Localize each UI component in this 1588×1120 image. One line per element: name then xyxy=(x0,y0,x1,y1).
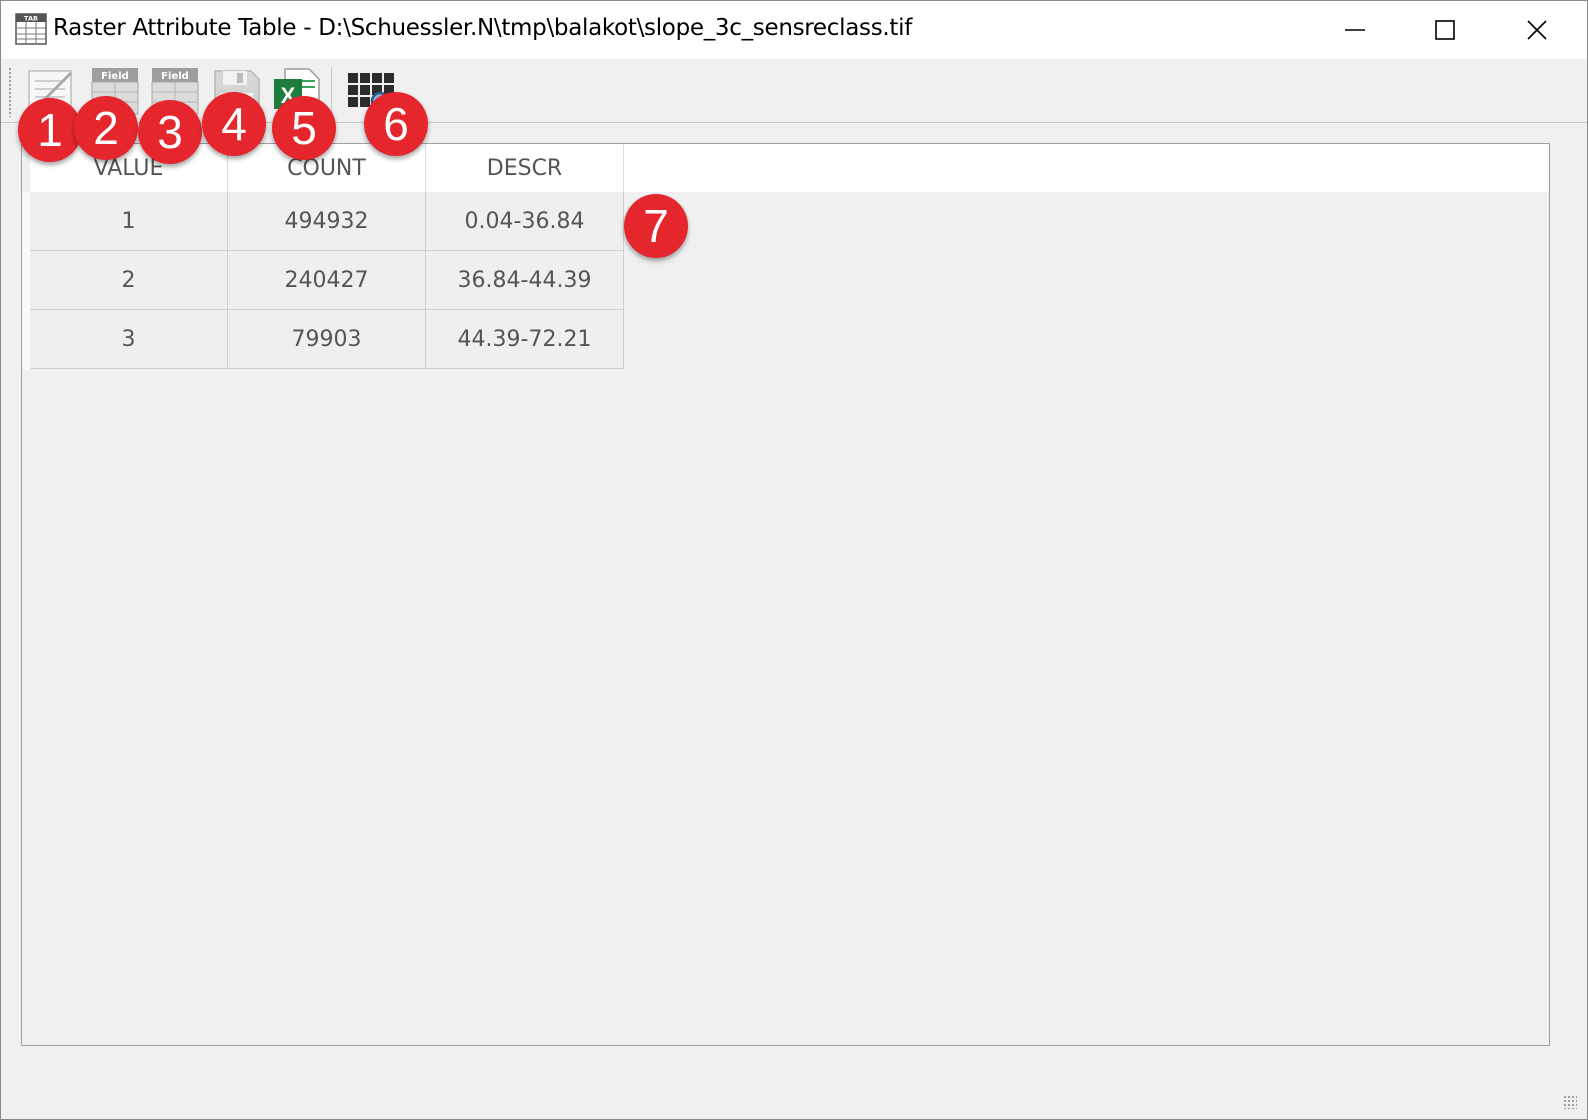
window-title: Raster Attribute Table - D:\Schuessler.N… xyxy=(53,15,912,41)
table-cell-value[interactable]: 2 xyxy=(30,251,228,310)
maximize-button[interactable] xyxy=(1399,1,1491,59)
annotation-badge-7: 7 xyxy=(624,194,688,258)
close-icon xyxy=(1527,20,1547,40)
table-cell-descr[interactable]: 36.84-44.39 xyxy=(426,251,624,310)
table-cell-count[interactable]: 494932 xyxy=(228,192,426,251)
annotation-badge-3: 3 xyxy=(138,100,202,164)
maximize-icon xyxy=(1435,20,1455,40)
title-bar[interactable]: TAB Raster Attribute Table - D:\Schuessl… xyxy=(1,1,1587,59)
raster-attribute-table-window: TAB Raster Attribute Table - D:\Schuessl… xyxy=(0,0,1588,1120)
toolbar-grip[interactable] xyxy=(8,67,12,117)
attribute-table: VALUE COUNT DESCR 1 494932 0.04-36.84 2 … xyxy=(21,143,1550,1046)
table-cell-count[interactable]: 240427 xyxy=(228,251,426,310)
row-header-margin xyxy=(23,192,30,370)
annotation-badge-1: 1 xyxy=(18,98,82,162)
table-cell-descr[interactable]: 44.39-72.21 xyxy=(426,310,624,369)
annotation-badge-5: 5 xyxy=(272,96,336,160)
table-cell-count[interactable]: 79903 xyxy=(228,310,426,369)
table-cell-value[interactable]: 1 xyxy=(30,192,228,251)
annotation-badge-2: 2 xyxy=(74,96,138,160)
annotation-badge-6: 6 xyxy=(364,92,428,156)
annotation-badge-4: 4 xyxy=(202,92,266,156)
minimize-icon xyxy=(1345,29,1365,31)
table-cell-value[interactable]: 3 xyxy=(30,310,228,369)
toolbar-separator xyxy=(331,67,332,115)
table-app-icon: TAB xyxy=(15,13,47,45)
resize-grip[interactable] xyxy=(1563,1095,1577,1109)
table-cell-descr[interactable]: 0.04-36.84 xyxy=(426,192,624,251)
table-header: VALUE COUNT DESCR xyxy=(30,144,1549,192)
close-button[interactable] xyxy=(1491,1,1583,59)
column-header-descr[interactable]: DESCR xyxy=(426,144,624,192)
app-icon-label: TAB xyxy=(24,15,38,23)
minimize-button[interactable] xyxy=(1309,1,1401,59)
delete-field-label: Field xyxy=(161,71,189,82)
add-field-label: Field xyxy=(101,71,129,82)
